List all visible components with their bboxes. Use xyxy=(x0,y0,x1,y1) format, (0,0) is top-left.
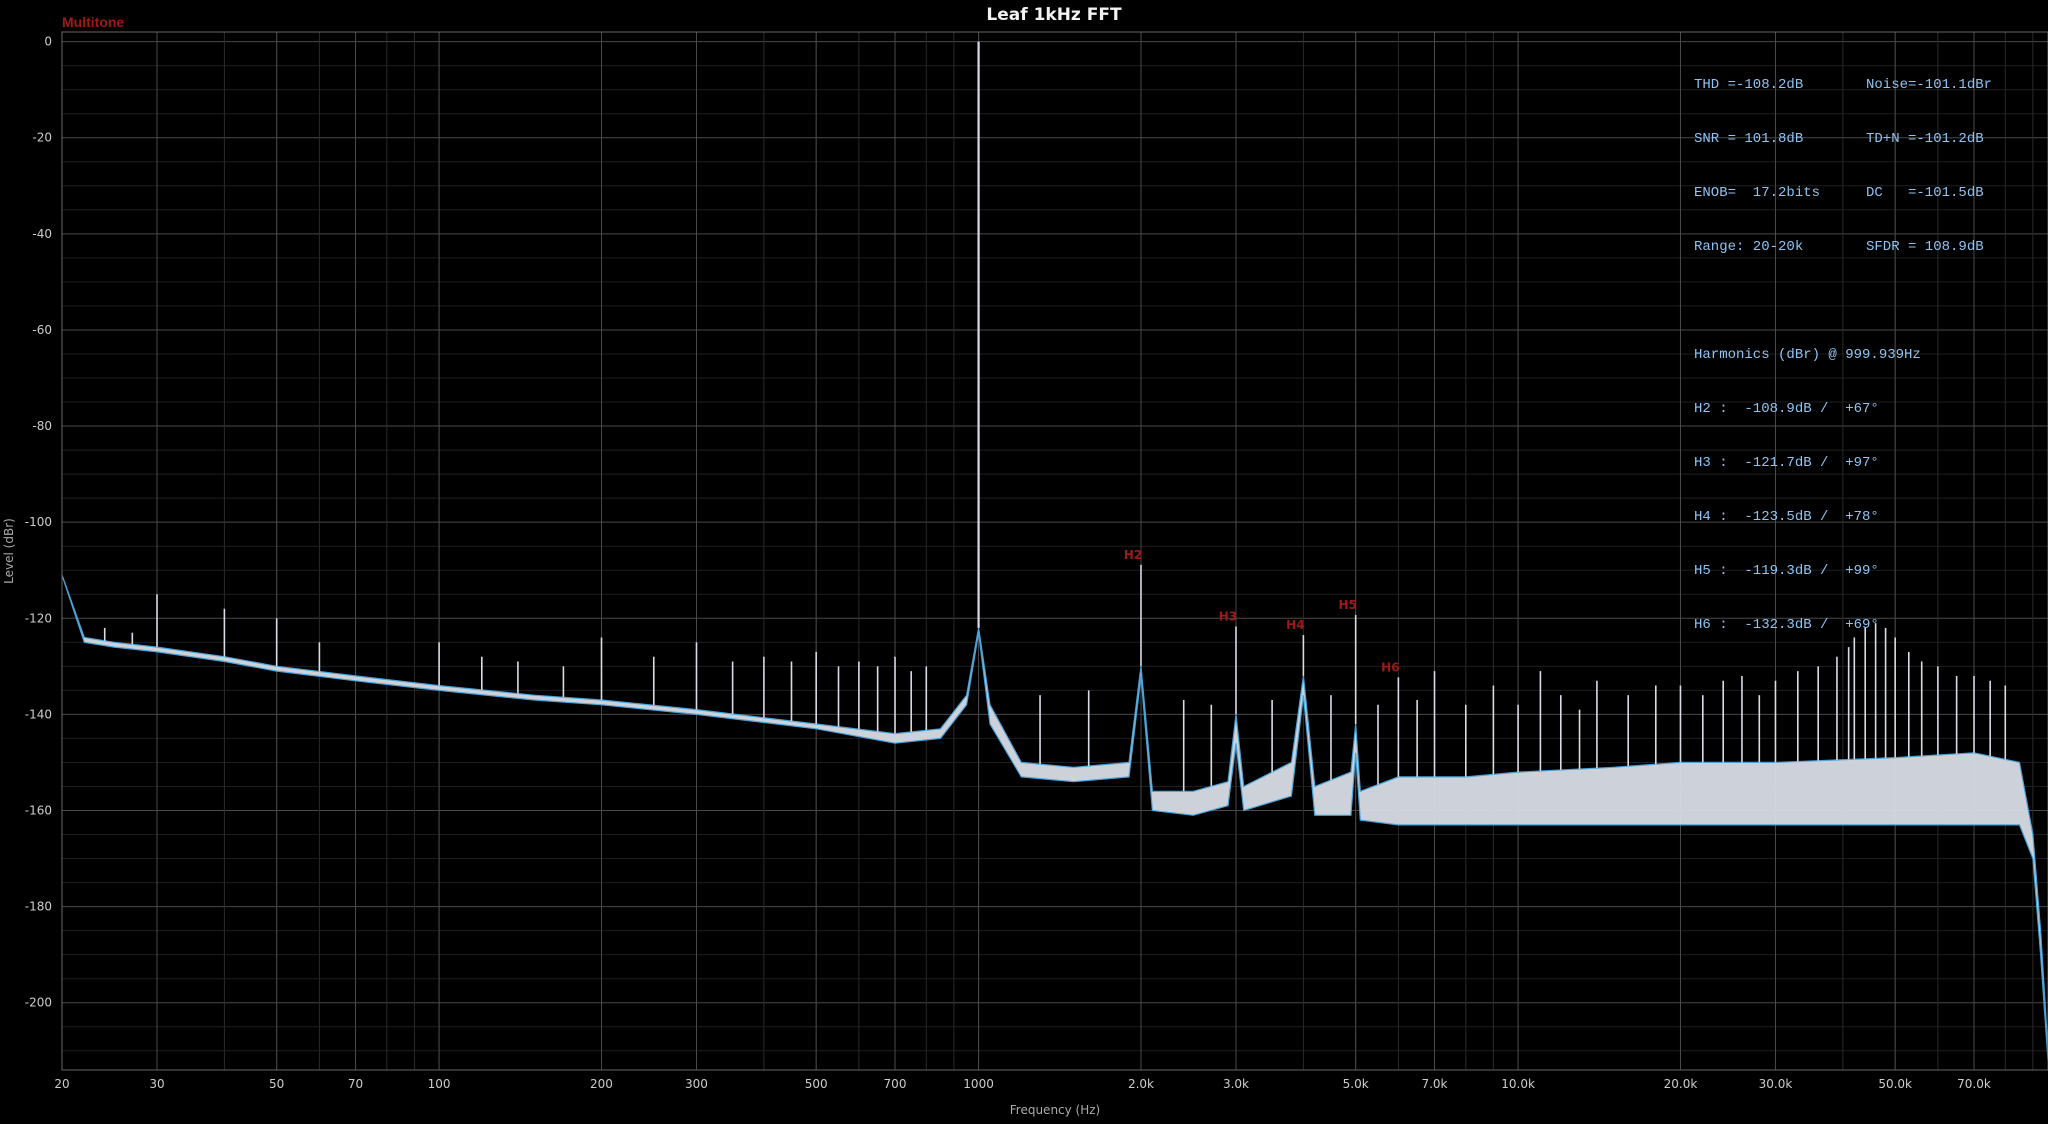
x-tick-label: 30.0k xyxy=(1759,1077,1793,1091)
brand-logo: Multitone xyxy=(62,14,124,30)
chart-title: Leaf 1kHz FFT xyxy=(986,5,1122,25)
harmonic-h4: H4 : -123.5dB / +78° xyxy=(1694,509,1879,525)
x-tick-label: 50.0k xyxy=(1878,1077,1912,1091)
x-tick-label: 20 xyxy=(54,1077,69,1091)
y-tick-label: -180 xyxy=(25,900,52,914)
x-tick-label: 700 xyxy=(884,1077,907,1091)
harmonic-marker-label: H2 xyxy=(1124,548,1142,562)
y-tick-label: -20 xyxy=(32,131,52,145)
y-tick-label: 0 xyxy=(44,35,52,49)
harmonic-h6: H6 : -132.3dB / +69° xyxy=(1694,617,1879,633)
x-tick-label: 3.0k xyxy=(1223,1077,1249,1091)
stat-thd: THD =-108.2dB xyxy=(1694,77,1804,93)
harmonic-h5: H5 : -119.3dB / +99° xyxy=(1694,563,1879,579)
harmonic-marker-label: H6 xyxy=(1381,660,1399,674)
x-tick-label: 50 xyxy=(269,1077,284,1091)
harmonic-h3: H3 : -121.7dB / +97° xyxy=(1694,455,1879,471)
stat-sfdr: SFDR = 108.9dB xyxy=(1866,239,1984,255)
stat-dc: DC =-101.5dB xyxy=(1866,185,1984,201)
stats-row: Range: 20-20k SFDR = 108.9dB xyxy=(1694,238,1984,256)
harmonic-markers: H2 H3 H4 H5 H6 xyxy=(1124,548,1400,674)
stats-panel: THD =-108.2dB Noise=-101.1dBr SNR = 101.8… xyxy=(1694,40,1992,652)
stat-tdn: TD+N =-101.2dB xyxy=(1866,131,1984,147)
x-tick-label: 70.0k xyxy=(1957,1077,1991,1091)
y-tick-label: -80 xyxy=(32,419,52,433)
stat-noise: Noise=-101.1dBr xyxy=(1866,77,1993,93)
y-axis-label: Level (dBr) xyxy=(2,518,16,584)
x-tick-label: 5.0k xyxy=(1343,1077,1369,1091)
harmonic-h2: H2 : -108.9dB / +67° xyxy=(1694,401,1879,417)
x-tick-label: 2.0k xyxy=(1128,1077,1154,1091)
y-tick-label: -120 xyxy=(25,611,52,625)
x-tick-label: 1000 xyxy=(963,1077,994,1091)
x-tick-label: 100 xyxy=(428,1077,451,1091)
y-tick-label: -200 xyxy=(25,996,52,1010)
x-tick-label: 200 xyxy=(590,1077,613,1091)
x-tick-label: 30 xyxy=(149,1077,164,1091)
stats-row: SNR = 101.8dB TD+N =-101.2dB xyxy=(1694,130,1984,148)
stat-range: Range: 20-20k xyxy=(1694,239,1804,255)
x-axis-label: Frequency (Hz) xyxy=(1010,1103,1101,1117)
stat-enob: ENOB= 17.2bits xyxy=(1694,185,1821,201)
stat-snr: SNR = 101.8dB xyxy=(1694,131,1804,147)
y-tick-label: -40 xyxy=(32,227,52,241)
x-tick-label: 10.0k xyxy=(1501,1077,1535,1091)
x-tick-label: 300 xyxy=(685,1077,708,1091)
stats-row: ENOB= 17.2bits DC =-101.5dB xyxy=(1694,184,1984,202)
x-tick-label: 500 xyxy=(805,1077,828,1091)
harmonic-marker-label: H3 xyxy=(1219,609,1237,623)
x-tick-label: 20.0k xyxy=(1664,1077,1698,1091)
y-tick-label: -140 xyxy=(25,707,52,721)
x-tick-label: 70 xyxy=(348,1077,363,1091)
harmonic-marker-label: H4 xyxy=(1286,618,1304,632)
y-tick-label: -160 xyxy=(25,804,52,818)
stats-row: THD =-108.2dB Noise=-101.1dBr xyxy=(1694,76,1992,94)
harmonics-title: Harmonics (dBr) @ 999.939Hz xyxy=(1694,347,1921,363)
y-tick-label: -100 xyxy=(25,515,52,529)
x-tick-label: 7.0k xyxy=(1421,1077,1447,1091)
y-tick-label: -60 xyxy=(32,323,52,337)
harmonic-marker-label: H5 xyxy=(1338,598,1356,612)
